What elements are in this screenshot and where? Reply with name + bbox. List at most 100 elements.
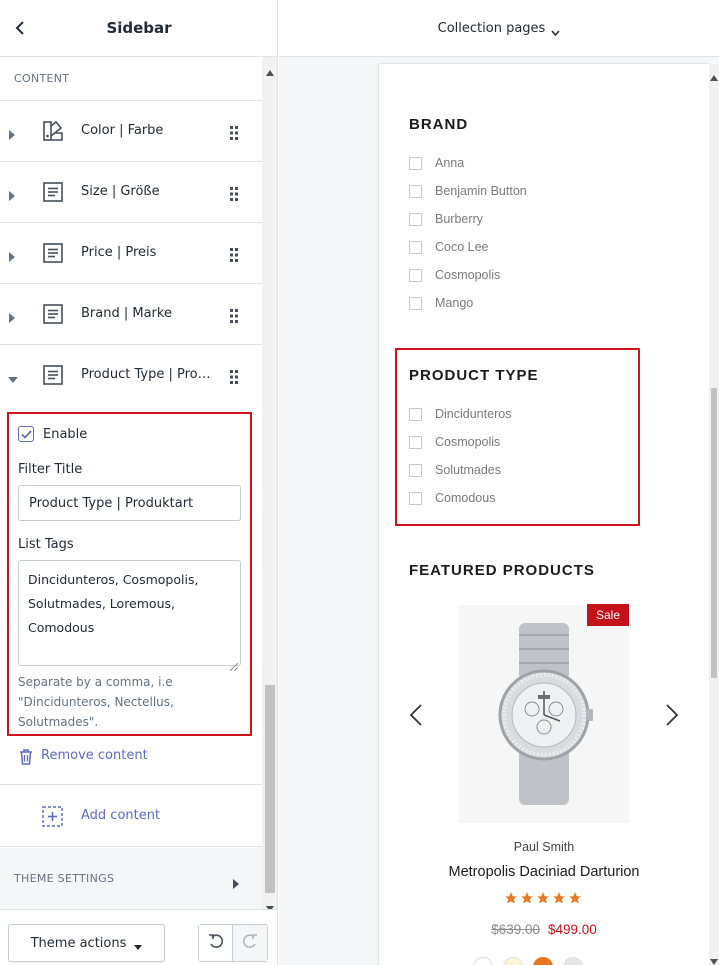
product-type-filter-item[interactable]: Comodous [409,491,495,505]
carousel-next-icon[interactable] [665,704,679,726]
drag-handle-icon[interactable] [230,247,240,262]
chevron-right-icon [232,874,240,889]
remove-content-label: Remove content [41,748,148,763]
trash-icon [19,749,33,765]
compare-price: $639.00 [491,922,540,937]
block-product-type[interactable]: Product Type | Produktart [0,345,262,406]
enable-label: Enable [43,426,88,442]
product-type-filter-item[interactable]: Cosmopolis [409,435,500,449]
product-image[interactable] [459,605,629,823]
filter-checkbox[interactable] [409,240,422,254]
filter-checkbox[interactable] [409,407,422,421]
product-type-filter-item[interactable]: Solutmades [409,463,501,477]
text-block-icon [42,242,64,264]
drag-handle-icon[interactable] [230,186,240,201]
filter-checkbox[interactable] [409,296,422,310]
product-title[interactable]: Metropolis Daciniad Darturion [379,864,709,880]
filter-checkbox[interactable] [409,156,422,170]
sale-price: $499.00 [548,922,597,937]
block-settings-panel: Enable Filter Title Product Type | Produ… [7,412,252,736]
collapse-caret-icon[interactable] [8,369,18,383]
preview-canvas: BRAND Anna Benjamin Button Burberry Coco… [279,57,719,965]
scrollbar-thumb[interactable] [265,685,275,893]
undo-button[interactable] [199,925,233,961]
expand-caret-icon[interactable] [8,186,18,201]
filter-label: Dincidunteros [435,407,512,421]
theme-actions-button[interactable]: Theme actions [8,924,165,962]
scrollbar-thumb[interactable] [711,388,717,678]
expand-caret-icon[interactable] [8,308,18,323]
storefront-preview-frame: BRAND Anna Benjamin Button Burberry Coco… [379,64,709,965]
color-swatch[interactable] [503,957,523,965]
filter-title-input[interactable]: Product Type | Produktart [18,485,241,521]
color-swatch[interactable] [533,957,553,965]
block-label: Product Type | Produktart [81,367,216,382]
block-size[interactable]: Size | Größe [0,162,262,223]
text-block-icon [42,364,64,386]
list-tags-value: Dincidunteros, Cosmopolis, Solutmades, L… [28,572,199,635]
product-type-filter-item[interactable]: Dincidunteros [409,407,511,421]
filter-label: Benjamin Button [435,184,527,198]
add-block-icon [42,806,63,827]
brand-filter-item[interactable]: Coco Lee [409,240,489,254]
expand-caret-icon[interactable] [8,125,18,140]
text-block-icon [42,303,64,325]
filter-label: Mango [435,296,474,310]
block-label: Size | Größe [81,184,160,199]
redo-button[interactable] [233,925,267,961]
block-price[interactable]: Price | Preis [0,223,262,284]
star-icon [505,892,517,904]
brand-filter-item[interactable]: Cosmopolis [409,268,500,282]
preview-scrollbar[interactable] [709,64,719,965]
brand-filter-item[interactable]: Burberry [409,212,483,226]
content-section-label: CONTENT [0,57,262,101]
block-label: Price | Preis [81,245,157,260]
color-swatch[interactable] [473,957,493,965]
star-icon [553,892,565,904]
star-icon [537,892,549,904]
brand-filter-item[interactable]: Benjamin Button [409,184,527,198]
expand-caret-icon[interactable] [8,247,18,262]
block-label: Brand | Marke [81,306,172,321]
drag-handle-icon[interactable] [230,369,240,384]
drag-handle-icon[interactable] [230,308,240,323]
list-tags-help: Separate by a comma, i.e "Dincidunteros,… [18,675,174,729]
enable-toggle[interactable]: Enable [18,426,87,442]
filter-title-label: Filter Title [18,462,83,477]
sidebar-header: Sidebar [0,0,277,57]
sidebar-footer: Theme actions [0,909,277,965]
drag-handle-icon[interactable] [230,125,240,140]
scroll-up-arrow-icon[interactable] [710,66,718,85]
brand-filter-item[interactable]: Anna [409,156,464,170]
filter-checkbox[interactable] [409,212,422,226]
sidebar-title: Sidebar [106,19,172,37]
filter-label: Cosmopolis [435,268,501,282]
enable-checkbox[interactable] [18,426,34,442]
brand-filter-item[interactable]: Mango [409,296,473,310]
filter-checkbox[interactable] [409,268,422,282]
resize-grip-icon[interactable] [229,655,239,672]
filter-checkbox[interactable] [409,491,422,505]
undo-icon [208,933,224,953]
filter-checkbox[interactable] [409,435,422,449]
filter-checkbox[interactable] [409,184,422,198]
brand-filter-heading: BRAND [409,116,469,133]
scroll-down-arrow-icon[interactable] [710,950,718,965]
preview-topbar: Collection pages [279,0,719,57]
block-brand[interactable]: Brand | Marke [0,284,262,345]
sidebar-scrollbar[interactable] [262,57,277,912]
color-swatch[interactable] [563,957,583,965]
scroll-up-arrow-icon[interactable] [266,61,274,80]
add-content-button[interactable]: Add content [0,786,262,847]
remove-content-button[interactable]: Remove content [0,737,262,785]
block-label: Color | Farbe [81,123,164,138]
filter-checkbox[interactable] [409,463,422,477]
product-vendor: Paul Smith [513,840,575,854]
block-color[interactable]: Color | Farbe [0,101,262,162]
list-tags-textarea[interactable]: Dincidunteros, Cosmopolis, Solutmades, L… [18,560,241,672]
back-arrow-icon[interactable] [10,17,30,39]
chevron-down-icon [551,25,560,37]
carousel-prev-icon[interactable] [409,704,423,726]
page-type-select[interactable]: Collection pages [438,21,561,37]
theme-settings-row[interactable]: THEME SETTINGS [0,848,262,909]
